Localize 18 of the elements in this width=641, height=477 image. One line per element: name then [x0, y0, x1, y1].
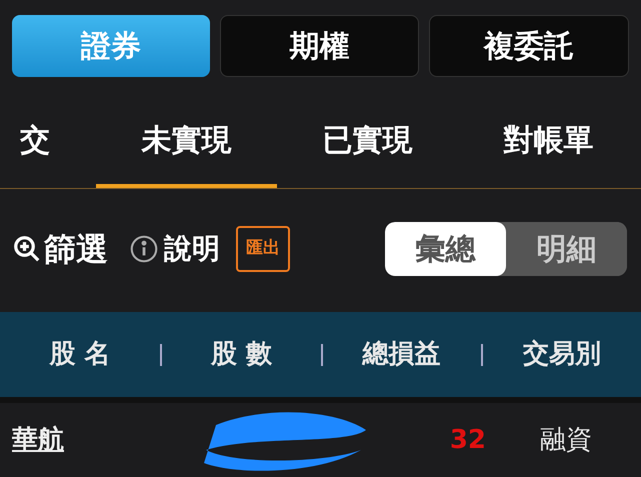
view-toggle[interactable]: 彙總 — [385, 222, 506, 276]
export-button[interactable]: 匯出 — [236, 226, 290, 272]
tab[interactable]: 交 — [0, 97, 96, 188]
filter-button[interactable]: 篩選 — [12, 225, 108, 274]
column-header: 股 數 — [210, 338, 273, 372]
column-header: 股 名 — [48, 338, 112, 372]
stock-name[interactable]: 華航 — [12, 420, 182, 460]
column-header: 交易別 — [522, 338, 602, 372]
profit-value: 32 — [448, 424, 486, 457]
market-tab[interactable]: 複委託 — [429, 15, 630, 77]
tab[interactable]: 已實現 — [277, 97, 458, 188]
help-button[interactable]: 說明 — [130, 228, 220, 270]
tab[interactable]: 未實現 — [96, 97, 277, 188]
trade-type: 融資 — [540, 424, 592, 457]
column-header: 總損益 — [360, 338, 442, 372]
tab[interactable]: 對帳單 — [458, 97, 639, 188]
market-tab[interactable]: 期權 — [220, 15, 420, 77]
info-icon — [130, 235, 158, 264]
